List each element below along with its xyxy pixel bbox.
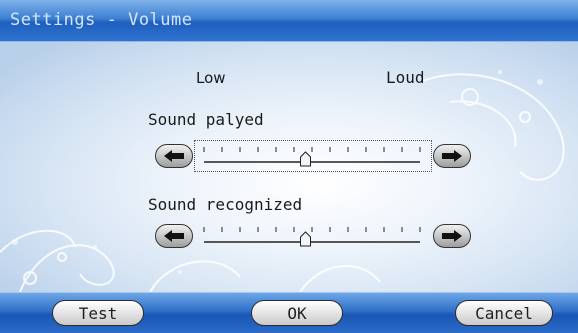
test-button[interactable]: Test (52, 300, 144, 326)
window-title: Settings - Volume (10, 10, 193, 30)
arrow-left-icon (164, 230, 184, 242)
sound-recognized-label: Sound recognized (148, 195, 303, 214)
ok-button[interactable]: OK (251, 300, 343, 326)
sound-played-slider[interactable] (198, 143, 426, 169)
sound-played-label: Sound palyed (148, 110, 264, 129)
slider-thumb[interactable] (300, 151, 312, 167)
sound-played-decrease-button[interactable] (155, 144, 193, 168)
cancel-button[interactable]: Cancel (455, 300, 553, 326)
loud-label: Loud (386, 68, 425, 87)
low-label: Low (196, 69, 226, 87)
slider-thumb[interactable] (300, 231, 312, 247)
title-bar: Settings - Volume (0, 0, 578, 42)
volume-settings-window: Settings - Volume Low Loud Sound palyed (0, 0, 578, 333)
sound-recognized-increase-button[interactable] (433, 224, 471, 248)
sound-recognized-decrease-button[interactable] (155, 224, 193, 248)
arrow-left-icon (164, 150, 184, 162)
arrow-right-icon (442, 150, 462, 162)
arrow-right-icon (442, 230, 462, 242)
sound-recognized-slider[interactable] (198, 223, 426, 249)
sound-played-increase-button[interactable] (433, 144, 471, 168)
